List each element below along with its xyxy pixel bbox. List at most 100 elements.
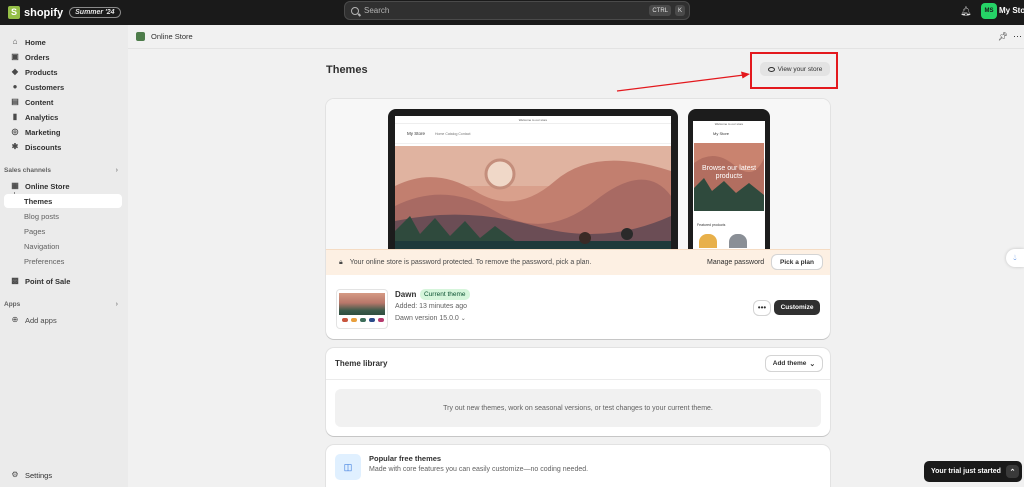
online-store-icon bbox=[136, 32, 145, 41]
orders-icon: ▣ bbox=[11, 52, 19, 61]
sidebar-item-blog-posts[interactable]: Blog posts bbox=[4, 209, 122, 223]
pick-a-plan-button[interactable]: Pick a plan bbox=[772, 255, 822, 269]
chevron-up-icon[interactable]: ⌃ bbox=[1006, 465, 1019, 478]
sales-channels-header[interactable]: Sales channels › bbox=[4, 167, 122, 174]
notifications-bell-icon[interactable]: 🔔︎ bbox=[960, 6, 971, 17]
current-theme-row: Dawn Current theme Added: 13 minutes ago… bbox=[326, 275, 830, 339]
breadcrumb-label[interactable]: Online Store bbox=[151, 32, 193, 41]
sidebar-item-point-of-sale[interactable]: ▩ Point of Sale bbox=[4, 274, 122, 288]
current-theme-card: Welcome to our store My Store Home Catal… bbox=[326, 99, 830, 339]
apps-header[interactable]: Apps › bbox=[4, 301, 122, 308]
theme-version-dropdown[interactable]: Dawn version 15.0.0 ⌄ bbox=[395, 315, 466, 322]
theme-palette-icon: ◫ bbox=[335, 454, 361, 480]
sidebar-item-label: Customers bbox=[25, 82, 65, 92]
sidebar-item-pages[interactable]: Pages bbox=[4, 224, 122, 238]
theme-version: Dawn version 15.0.0 bbox=[395, 315, 459, 322]
sidebar-item-themes[interactable]: Themes bbox=[4, 194, 122, 208]
discount-icon: ✱ bbox=[11, 142, 19, 151]
sidebar-item-products[interactable]: ◆ Products bbox=[4, 65, 122, 79]
sidebar-item-label: Home bbox=[25, 37, 46, 47]
add-theme-label: Add theme bbox=[772, 360, 807, 367]
sidebar-item-home[interactable]: ⌂ Home bbox=[4, 35, 122, 49]
sidebar-item-label: Settings bbox=[25, 470, 53, 480]
store-name[interactable]: My Store bbox=[999, 6, 1024, 15]
theme-added-time: Added: 13 minutes ago bbox=[395, 303, 467, 310]
search-placeholder: Search bbox=[364, 6, 390, 15]
edition-badge[interactable]: Summer '24 bbox=[69, 7, 121, 18]
chevron-right-icon: › bbox=[115, 167, 118, 174]
plus-circle-icon: ⊕ bbox=[11, 315, 19, 324]
sidebar-item-label: Online Store bbox=[25, 181, 70, 191]
swatch bbox=[342, 318, 348, 322]
preview-announcement: Welcome to our store bbox=[395, 116, 671, 124]
chevron-right-icon: › bbox=[115, 301, 118, 308]
sidebar-item-label: Products bbox=[25, 67, 58, 77]
mobile-hero-text: Browse our latest products bbox=[701, 165, 757, 180]
add-theme-button[interactable]: Add theme ⌄ bbox=[766, 356, 822, 371]
search-bar[interactable]: Search CTRL K bbox=[344, 1, 690, 20]
pin-icon[interactable]: 📌︎ bbox=[998, 32, 1008, 41]
customize-button[interactable]: Customize bbox=[774, 300, 820, 315]
trial-label: Your trial just started bbox=[931, 468, 1001, 475]
divider bbox=[326, 379, 830, 380]
sidebar: ⌂ Home ▣ Orders ◆ Products ● Customers ▤… bbox=[0, 25, 128, 487]
chevron-down-icon: ⌄ bbox=[809, 360, 816, 368]
sidebar-item-label: Content bbox=[25, 97, 54, 107]
mobile-store-name: My Store bbox=[713, 131, 730, 136]
sidebar-item-preferences[interactable]: Preferences bbox=[4, 254, 122, 268]
theme-library-empty-state: Try out new themes, work on seasonal ver… bbox=[335, 389, 821, 427]
sidebar-item-label: Orders bbox=[25, 52, 50, 62]
theme-library-card: Theme library Add theme ⌄ Try out new th… bbox=[326, 348, 830, 436]
brand-name: shopify bbox=[24, 6, 64, 19]
lock-icon: 🔒︎ bbox=[339, 258, 343, 266]
chart-icon: ▮ bbox=[12, 112, 18, 121]
theme-actions-button[interactable]: ••• bbox=[754, 301, 770, 315]
sidebar-item-content[interactable]: ▤ Content bbox=[4, 95, 122, 109]
sidebar-item-label: Marketing bbox=[25, 127, 61, 137]
feedback-widget-icon[interactable]: 💧︎ bbox=[1006, 249, 1024, 267]
sidebar-item-add-apps[interactable]: ⊕ Add apps bbox=[4, 313, 122, 327]
view-your-store-label: View your store bbox=[777, 65, 823, 73]
target-icon: ◎ bbox=[11, 127, 19, 136]
sidebar-item-label: Preferences bbox=[24, 256, 65, 266]
apps-label: Apps bbox=[4, 301, 21, 308]
shopify-logo[interactable]: shopify bbox=[8, 6, 63, 19]
sidebar-item-settings[interactable]: ⚙ Settings bbox=[4, 468, 122, 482]
sidebar-item-marketing[interactable]: ◎ Marketing bbox=[4, 125, 122, 139]
swatch bbox=[378, 318, 384, 322]
sidebar-item-label: Pages bbox=[24, 226, 46, 236]
pos-icon: ▩ bbox=[11, 276, 19, 285]
sidebar-item-orders[interactable]: ▣ Orders bbox=[4, 50, 122, 64]
trial-banner[interactable]: Your trial just started ⌃ bbox=[924, 461, 1022, 482]
search-icon bbox=[351, 6, 359, 15]
product-thumbnail bbox=[699, 234, 717, 248]
person-icon: ● bbox=[12, 82, 18, 91]
theme-library-title: Theme library bbox=[335, 359, 388, 368]
mobile-preview-screen: Welcome to our store My Store Browse our… bbox=[693, 121, 765, 249]
preview-nav: Home Catalog Contact bbox=[435, 131, 471, 136]
breadcrumb: Online Store 📌︎ ⋯ bbox=[128, 25, 1024, 49]
sidebar-item-label: Analytics bbox=[25, 112, 59, 122]
sidebar-item-discounts[interactable]: ✱ Discounts bbox=[4, 140, 122, 154]
sidebar-item-navigation[interactable]: Navigation bbox=[4, 239, 122, 253]
password-banner: 🔒︎ Your online store is password protect… bbox=[326, 249, 830, 275]
annotation-arrow bbox=[616, 71, 750, 92]
store-icon: ▦ bbox=[11, 181, 19, 190]
color-swatches bbox=[342, 318, 384, 322]
sidebar-item-label: Blog posts bbox=[24, 211, 60, 221]
desktop-preview-screen: Welcome to our store My Store Home Catal… bbox=[395, 116, 671, 249]
sidebar-item-online-store[interactable]: ▦ Online Store bbox=[4, 179, 122, 193]
mobile-preview: Welcome to our store My Store Browse our… bbox=[688, 109, 770, 249]
shortcut-k-key: K bbox=[674, 5, 685, 16]
preview-header: My Store Home Catalog Contact bbox=[395, 124, 671, 144]
manage-password-link[interactable]: Manage password bbox=[707, 259, 764, 266]
product-thumbnail bbox=[729, 234, 747, 248]
sidebar-item-analytics[interactable]: ▮ Analytics bbox=[4, 110, 122, 124]
view-your-store-button[interactable]: View your store bbox=[760, 62, 830, 76]
sidebar-item-label: Add apps bbox=[25, 315, 57, 325]
more-options-icon[interactable]: ⋯ bbox=[1013, 31, 1022, 42]
shortcut-ctrl-key: CTRL bbox=[649, 5, 671, 16]
sidebar-item-customers[interactable]: ● Customers bbox=[4, 80, 122, 94]
store-avatar[interactable]: MS bbox=[981, 3, 997, 19]
sidebar-item-label: Themes bbox=[24, 196, 53, 206]
